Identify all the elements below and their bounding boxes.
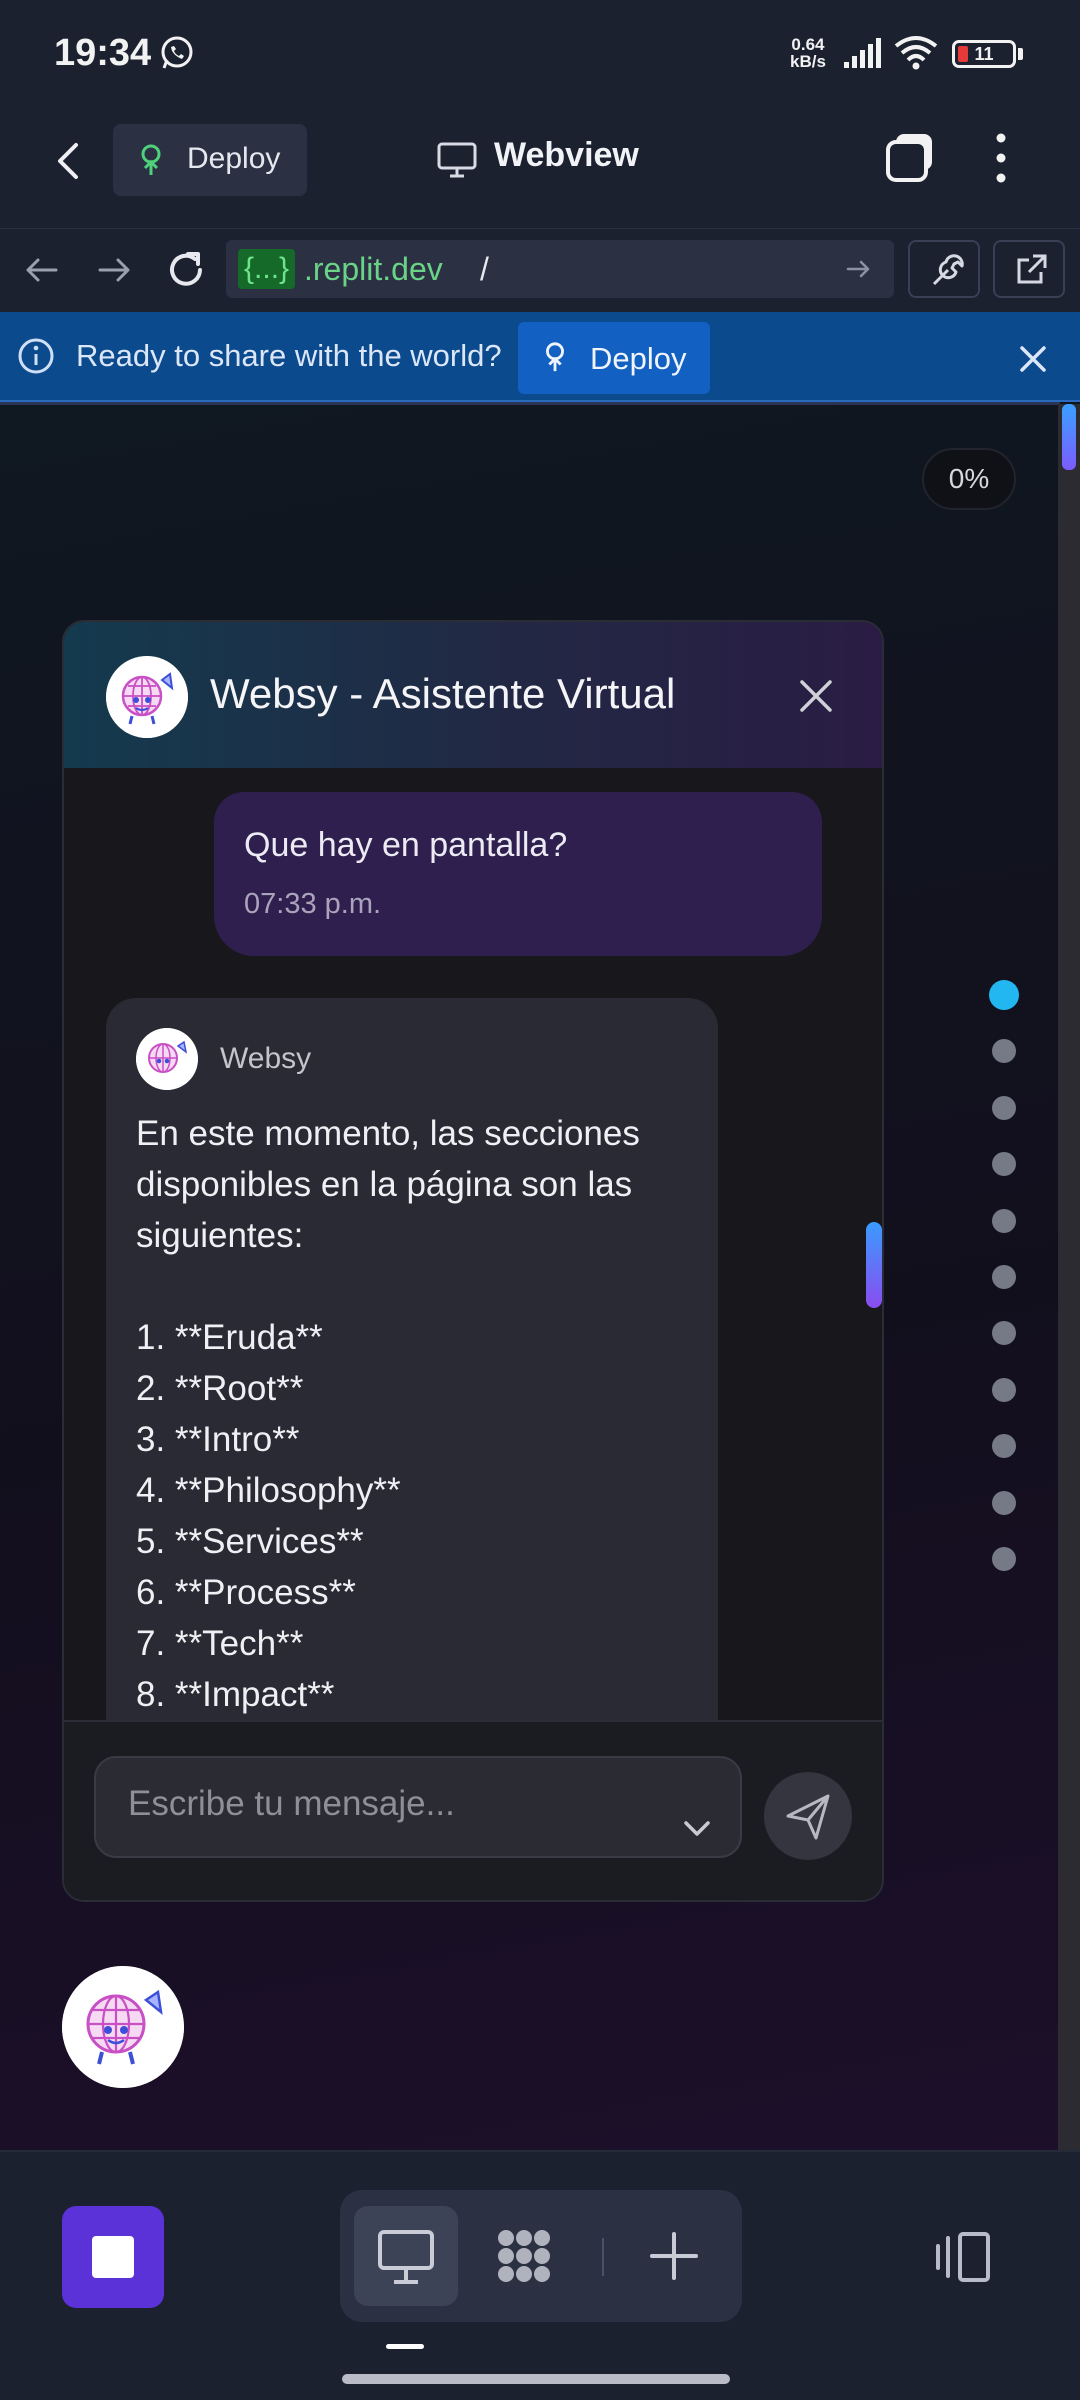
scroll-progress: 0% [922, 448, 1016, 510]
section-dot[interactable] [992, 1095, 1016, 1120]
whatsapp-icon [161, 36, 193, 69]
side-panel-icon[interactable] [930, 2226, 1000, 2288]
deploy-banner: Ready to share with the world? Deploy [0, 312, 1080, 402]
apps-view-tab[interactable] [472, 2206, 576, 2306]
message-input[interactable]: Escribe tu mensaje... [94, 1756, 742, 1858]
content-top-border [0, 402, 1060, 405]
wifi-icon [894, 36, 938, 70]
network-speed-unit: kB/s [790, 52, 826, 71]
signal-icon [844, 38, 881, 68]
close-chat-icon[interactable] [796, 676, 836, 716]
section-dot[interactable] [989, 980, 1019, 1010]
home-indicator[interactable] [342, 2374, 730, 2384]
close-banner-icon[interactable] [1014, 340, 1052, 378]
open-external-button[interactable] [993, 240, 1065, 298]
plus-icon [650, 2232, 698, 2280]
back-arrow-icon[interactable] [44, 135, 96, 187]
more-options-icon[interactable] [986, 130, 1016, 186]
banner-text: Ready to share with the world? [76, 338, 502, 373]
banner-deploy-button[interactable]: Deploy [518, 322, 710, 394]
monitor-icon [378, 2230, 434, 2284]
battery-tip [1018, 48, 1023, 60]
page-scrollbar[interactable] [1058, 404, 1080, 2150]
chat-launcher-avatar[interactable] [62, 1966, 184, 2088]
status-time: 19:34 [54, 32, 152, 74]
bot-message: Websy En este momento, las secciones dis… [106, 998, 718, 1758]
section-dot[interactable] [992, 1265, 1016, 1289]
reload-icon[interactable] [162, 246, 210, 294]
bot-name: Websy [220, 1042, 312, 1075]
websy-avatar [136, 1028, 198, 1090]
add-tab-button[interactable] [622, 2206, 726, 2306]
nav-back-icon[interactable] [20, 248, 64, 292]
chat-window: Websy - Asistente Virtual Que hay en pan… [62, 620, 884, 1902]
devtools-button[interactable] [908, 240, 980, 298]
message-input-placeholder: Escribe tu mensaje... [128, 1784, 455, 1823]
websy-avatar [106, 656, 188, 738]
send-button[interactable] [764, 1772, 852, 1860]
view-switcher [340, 2190, 742, 2322]
chat-title: Websy - Asistente Virtual [210, 670, 676, 717]
section-dot[interactable] [992, 1490, 1016, 1515]
chat-header: Websy - Asistente Virtual [64, 622, 882, 768]
user-message-text: Que hay en pantalla? [244, 826, 568, 864]
section-dot[interactable] [992, 1152, 1016, 1177]
send-icon [786, 1794, 830, 1840]
page-title: Webview [494, 136, 639, 174]
battery-percent: 11 [974, 44, 994, 64]
url-field[interactable]: {...} .replit.dev / [226, 240, 894, 298]
battery-icon: 11 [952, 40, 1016, 68]
page-scrollbar-thumb[interactable] [1062, 404, 1076, 470]
chevron-down-icon[interactable] [680, 1814, 714, 1842]
switcher-divider [602, 2238, 604, 2276]
url-domain: .replit.dev [304, 251, 443, 287]
url-braces: {...} [238, 249, 296, 289]
banner-deploy-label: Deploy [590, 341, 687, 376]
tabs-icon[interactable] [884, 130, 938, 184]
deploy-button[interactable]: Deploy [113, 124, 307, 196]
grid-icon [498, 2230, 550, 2282]
bot-message-text: En este momento, las secciones disponibl… [136, 1114, 640, 1714]
wrench-icon [932, 254, 964, 286]
deploy-button-label: Deploy [187, 142, 281, 175]
user-message: Que hay en pantalla? 07:33 p.m. [214, 792, 822, 956]
section-dot[interactable] [992, 1377, 1016, 1402]
section-dot[interactable] [992, 1434, 1016, 1459]
section-dot[interactable] [992, 1547, 1016, 1571]
url-path: / [480, 251, 489, 287]
network-speed: 0.64 kB/s [790, 36, 826, 70]
monitor-icon [437, 142, 477, 178]
section-dot[interactable] [992, 1208, 1016, 1233]
info-icon [18, 338, 54, 374]
chat-scrollbar-thumb[interactable] [866, 1222, 882, 1308]
external-link-icon [1017, 254, 1047, 284]
stop-icon [92, 2236, 134, 2278]
network-speed-value: 0.64 [791, 35, 825, 54]
go-arrow-icon[interactable] [844, 254, 874, 284]
deploy-icon [141, 144, 161, 175]
stop-button[interactable] [62, 2206, 164, 2308]
nav-forward-icon[interactable] [92, 248, 136, 292]
user-message-time: 07:33 p.m. [244, 888, 382, 920]
desktop-view-tab[interactable] [354, 2206, 458, 2306]
deploy-icon [546, 342, 564, 372]
message-composer: Escribe tu mensaje... [64, 1720, 882, 1900]
tab-indicator [386, 2344, 424, 2349]
